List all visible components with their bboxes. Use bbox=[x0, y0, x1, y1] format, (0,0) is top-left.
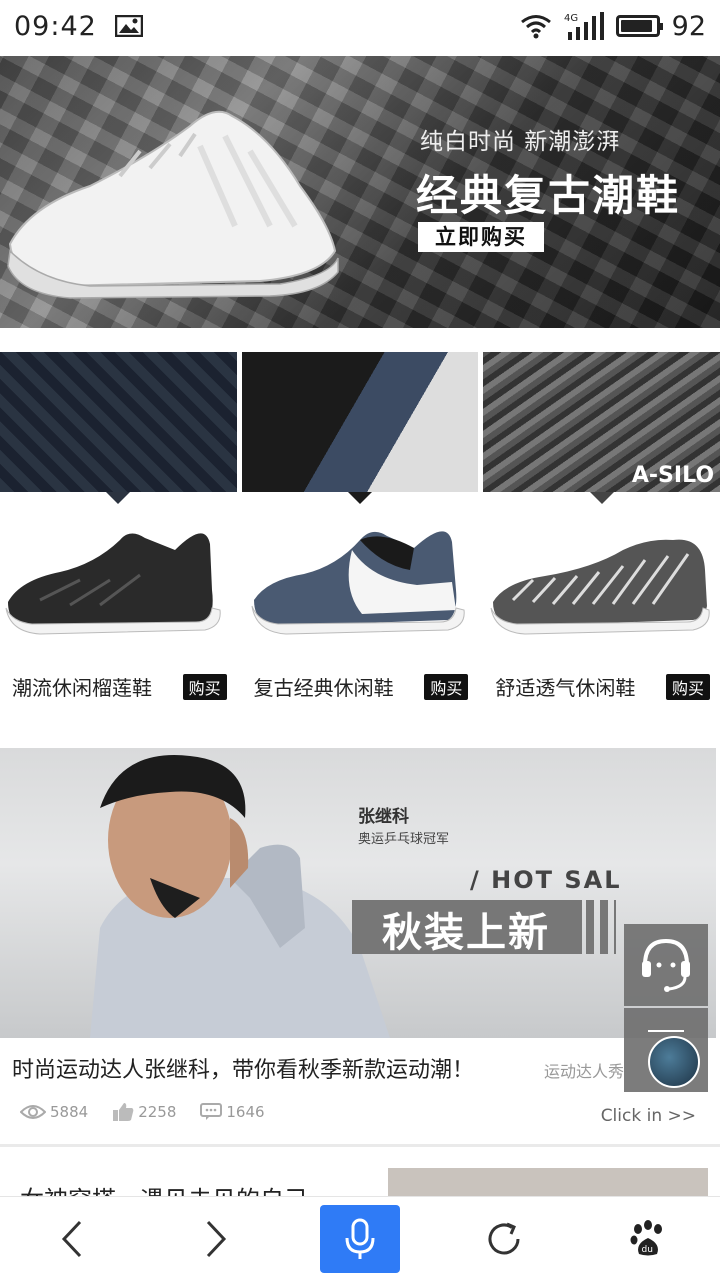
product-closeup-image bbox=[241, 352, 479, 492]
browser-bottom-nav: du bbox=[0, 1196, 720, 1280]
eye-icon bbox=[20, 1105, 46, 1119]
product-name[interactable]: 舒适透气休闲鞋 bbox=[495, 672, 635, 701]
buy-button[interactable]: 购买 bbox=[666, 673, 711, 700]
comment-icon bbox=[200, 1103, 223, 1120]
browser-page: 09:42 4G 92 纯白时尚 新潮澎湃 经典复古潮鞋 立即购买 潮流休闲榴莲… bbox=[0, 0, 720, 1280]
cell-signal-icon: 4G bbox=[564, 12, 604, 40]
hot-sale-text: / HOT SAL bbox=[470, 866, 622, 894]
likes-stat[interactable]: 2258 bbox=[112, 1102, 176, 1122]
status-indicators: 4G 92 bbox=[520, 11, 706, 42]
promo-banner[interactable]: 纯白时尚 新潮澎湃 经典复古潮鞋 立即购买 bbox=[0, 56, 720, 328]
article-title[interactable]: 时尚运动达人张继科，带你看秋季新款运动潮！ bbox=[12, 1052, 474, 1084]
buy-button[interactable]: 购买 bbox=[182, 673, 227, 700]
voice-search-button[interactable] bbox=[320, 1204, 400, 1273]
forward-button[interactable] bbox=[176, 1205, 256, 1273]
product-card-3[interactable]: A-SILO 舒适透气休闲鞋 购买 bbox=[483, 352, 720, 720]
banner-buy-button[interactable]: 立即购买 bbox=[418, 222, 544, 252]
network-type: 4G bbox=[564, 13, 578, 24]
image-notification-icon bbox=[114, 15, 143, 37]
home-button[interactable]: du bbox=[608, 1205, 688, 1273]
thumbs-up-icon bbox=[113, 1103, 134, 1121]
product-closeup-image bbox=[0, 352, 237, 492]
microphone-icon bbox=[345, 1218, 375, 1259]
wifi-icon bbox=[520, 15, 551, 39]
next-article-card[interactable]: 女神穿搭，遇见未见的自己 bbox=[0, 1160, 720, 1200]
svg-text:du: du bbox=[642, 1245, 653, 1255]
brand-overlay-text: A-SILO bbox=[631, 463, 715, 488]
refresh-button[interactable] bbox=[464, 1205, 544, 1273]
views-stat: 5884 bbox=[20, 1103, 88, 1121]
product-notch bbox=[348, 492, 372, 504]
article-tag: 运动达人秀 bbox=[544, 1062, 625, 1081]
product-name[interactable]: 复古经典休闲鞋 bbox=[254, 672, 394, 701]
product-closeup-image: A-SILO bbox=[483, 352, 720, 492]
banner-white-sneaker-image bbox=[7, 110, 339, 299]
product-caption: 舒适透气休闲鞋 购买 bbox=[495, 672, 711, 701]
product-name[interactable]: 潮流休闲榴莲鞋 bbox=[12, 672, 152, 701]
top-bar-line bbox=[648, 1030, 684, 1032]
product-notch bbox=[589, 492, 614, 504]
athlete-title: 奥运乒乓球冠军 bbox=[358, 832, 450, 847]
sneaker-image bbox=[251, 531, 465, 635]
headset-icon bbox=[642, 938, 690, 992]
product-notch bbox=[106, 492, 131, 504]
product-grid: 潮流休闲榴莲鞋 购买 复古经典休闲鞋 购买 A-SILO 舒适透气休闲鞋 购买 bbox=[0, 352, 720, 720]
product-caption: 复古经典休闲鞋 购买 bbox=[254, 672, 469, 701]
comments-stat[interactable]: 1646 bbox=[200, 1103, 265, 1121]
refresh-icon bbox=[488, 1222, 520, 1254]
likes-count: 2258 bbox=[138, 1103, 177, 1121]
battery-icon bbox=[615, 15, 663, 37]
back-button[interactable] bbox=[32, 1205, 112, 1273]
banner-subtitle: 纯白时尚 新潮澎湃 bbox=[420, 129, 621, 155]
athlete-photo bbox=[90, 755, 390, 1038]
divider bbox=[0, 1144, 720, 1147]
sneaker-image bbox=[5, 533, 221, 635]
views-count: 5884 bbox=[50, 1103, 89, 1121]
product-caption: 潮流休闲榴莲鞋 购买 bbox=[12, 672, 227, 701]
battery-percent: 92 bbox=[671, 10, 706, 42]
sneaker-image bbox=[490, 539, 711, 635]
back-icon bbox=[61, 1220, 82, 1257]
customer-service-button[interactable] bbox=[624, 924, 708, 1006]
baidu-paw-icon: du bbox=[630, 1219, 662, 1255]
comments-count: 1646 bbox=[226, 1103, 265, 1121]
buy-button[interactable]: 购买 bbox=[424, 673, 469, 700]
headline-bars bbox=[586, 900, 616, 954]
article-card[interactable]: 张继科 奥运乒乓球冠军 / HOT SAL 秋装上新 时尚运动达人张继科，带你看… bbox=[0, 748, 720, 1147]
forward-icon bbox=[206, 1220, 227, 1257]
status-time: 09:42 bbox=[14, 10, 97, 42]
product-card-1[interactable]: 潮流休闲榴莲鞋 购买 bbox=[0, 352, 237, 720]
status-bar: 09:42 4G 92 bbox=[0, 0, 720, 52]
article-cover-image: 张继科 奥运乒乓球冠军 / HOT SAL 秋装上新 bbox=[0, 748, 716, 1038]
athlete-name: 张继科 bbox=[358, 807, 409, 827]
article-stats: 5884 2258 1646 bbox=[20, 1102, 265, 1122]
click-in-link[interactable]: Click in >> bbox=[601, 1106, 696, 1126]
user-avatar[interactable] bbox=[648, 1036, 700, 1088]
headline-overlay: 秋装上新 bbox=[382, 910, 550, 956]
product-card-2[interactable]: 复古经典休闲鞋 购买 bbox=[241, 352, 479, 720]
banner-title: 经典复古潮鞋 bbox=[416, 171, 681, 220]
